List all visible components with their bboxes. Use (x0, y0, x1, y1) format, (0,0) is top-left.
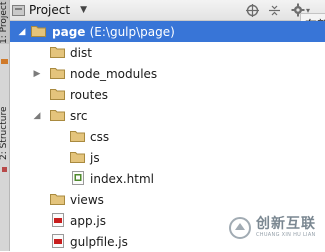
tree-item-label: app.js (70, 213, 106, 228)
structure-tab-icon (1, 59, 8, 64)
folder-icon (50, 89, 65, 100)
tree-row-js[interactable]: js (10, 147, 325, 168)
folder-icon (70, 131, 85, 142)
chevron-down-icon: ▼ (80, 5, 87, 15)
watermark-subtitle: CHUANG XIN HU LIAN (256, 232, 316, 238)
js-file-icon (52, 234, 64, 248)
collapse-icon (268, 5, 280, 15)
folder-icon (70, 152, 85, 163)
tree-item-label: index.html (90, 171, 154, 186)
tree-item-label: gulpfile.js (70, 234, 128, 249)
root-folder-name: page (52, 24, 86, 39)
root-folder-path: (E:\gulp\page) (89, 24, 175, 39)
locate-icon[interactable] (244, 2, 260, 18)
project-view-label: Project (29, 3, 71, 17)
tree-item-label: src (70, 108, 88, 123)
folder-icon (50, 47, 65, 58)
tree-row-src[interactable]: ◢ src (10, 105, 325, 126)
tree-item-label: views (70, 192, 104, 207)
tree-row-index-html[interactable]: index.html (10, 168, 325, 189)
watermark: 创新互联 CHUANG XIN HU LIAN (229, 216, 316, 239)
structure-tool-tab[interactable]: 2: Structure (0, 86, 9, 161)
watermark-name: 创新互联 (256, 216, 316, 232)
tree-row-root[interactable]: ◢ page (E:\gulp\page) (10, 21, 325, 42)
html-file-icon (72, 171, 84, 185)
tree-row-routes[interactable]: routes (10, 84, 325, 105)
tree-row-dist[interactable]: dist (10, 42, 325, 63)
tree-item-label: dist (70, 45, 92, 60)
tree-item-label: node_modules (70, 66, 158, 81)
tree-item-label: css (90, 129, 110, 144)
collapse-all-icon[interactable] (266, 2, 282, 18)
project-panel-header: Project ▼ ▾ (10, 0, 325, 21)
expand-arrow-icon[interactable]: ◢ (32, 111, 42, 121)
tree-row-css[interactable]: css (10, 126, 325, 147)
folder-icon (50, 194, 65, 205)
folder-icon (50, 110, 65, 121)
js-file-icon (52, 213, 64, 227)
tool-window-strip: 1: Project 2: Structure (0, 0, 10, 251)
tree-row-node-modules[interactable]: ▶ node_modules (10, 63, 325, 84)
folder-icon (31, 26, 46, 37)
tree-row-views[interactable]: views (10, 189, 325, 210)
tree-item-label: routes (70, 87, 108, 102)
expand-arrow-icon[interactable]: ◢ (17, 27, 27, 37)
tree-item-label: js (90, 150, 100, 165)
crosshair-icon (245, 3, 259, 17)
watermark-logo-icon (229, 216, 251, 239)
project-icon (12, 4, 25, 16)
root-folder-label: page (E:\gulp\page) (52, 25, 175, 39)
project-view-selector[interactable]: Project ▼ (12, 2, 87, 18)
project-tool-tab[interactable]: 1: Project (0, 0, 9, 44)
structure-icon (2, 167, 7, 172)
collapsed-arrow-icon[interactable]: ▶ (32, 69, 42, 79)
folder-icon (50, 68, 65, 79)
